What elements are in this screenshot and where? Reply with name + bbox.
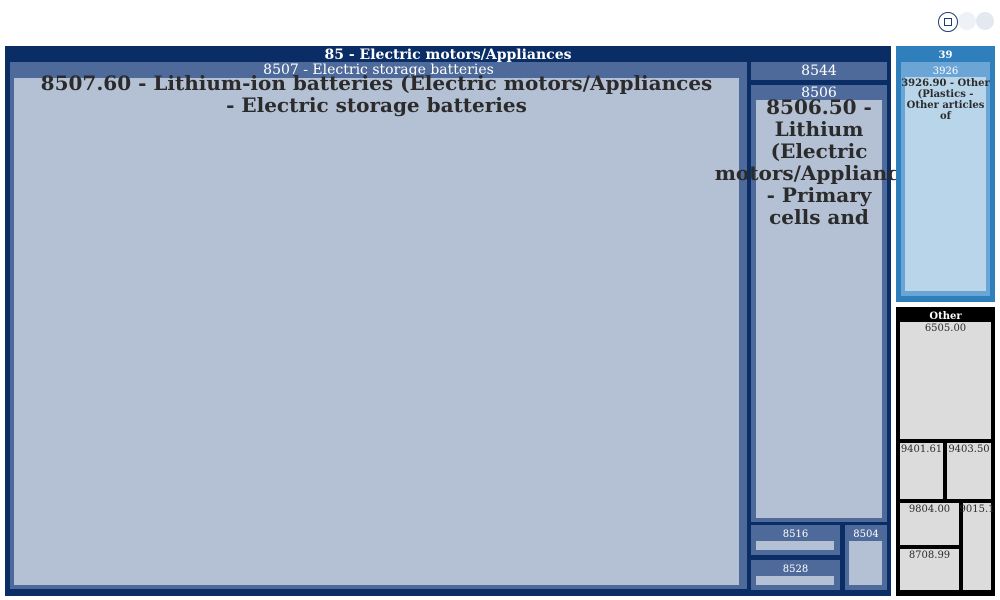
treemap-label: 9015.1 bbox=[960, 504, 995, 515]
treemap-label: Other bbox=[929, 311, 962, 322]
treemap-node-node[interactable] bbox=[756, 541, 834, 550]
treemap-node-node[interactable] bbox=[756, 576, 834, 585]
treemap-tile[interactable] bbox=[14, 78, 739, 585]
treemap-label: 9403.50 bbox=[948, 444, 989, 455]
treemap-node-6505-00[interactable] bbox=[900, 322, 991, 439]
treemap-label: 6505.00 bbox=[925, 323, 966, 334]
treemap-tile[interactable] bbox=[849, 541, 882, 585]
treemap-label: 39 bbox=[939, 50, 953, 61]
treemap-label: 8528 bbox=[783, 564, 808, 575]
treemap-node-8507-60[interactable] bbox=[14, 78, 739, 585]
treemap-label: 8708.99 bbox=[909, 550, 950, 561]
treemap-node-9015-1[interactable] bbox=[963, 503, 991, 590]
treemap-tile[interactable] bbox=[756, 541, 834, 550]
treemap-tile[interactable] bbox=[756, 576, 834, 585]
treemap-label: 8516 bbox=[783, 529, 808, 540]
treemap-label: 85 - Electric motors/Appliances bbox=[325, 47, 572, 63]
treemap-label: 8544 bbox=[801, 63, 837, 79]
treemap-label: 8504 bbox=[853, 529, 878, 540]
treemap-tile[interactable] bbox=[963, 503, 991, 590]
treemap-label: 9401.61 bbox=[901, 444, 942, 455]
treemap-label: 3926 bbox=[933, 66, 958, 77]
treemap-chart: 85 - Electric motors/Appliances8507 - El… bbox=[5, 46, 995, 596]
treemap-node-node[interactable] bbox=[849, 541, 882, 585]
treemap-label: 9804.00 bbox=[909, 504, 950, 515]
treemap-tile[interactable] bbox=[900, 322, 991, 439]
